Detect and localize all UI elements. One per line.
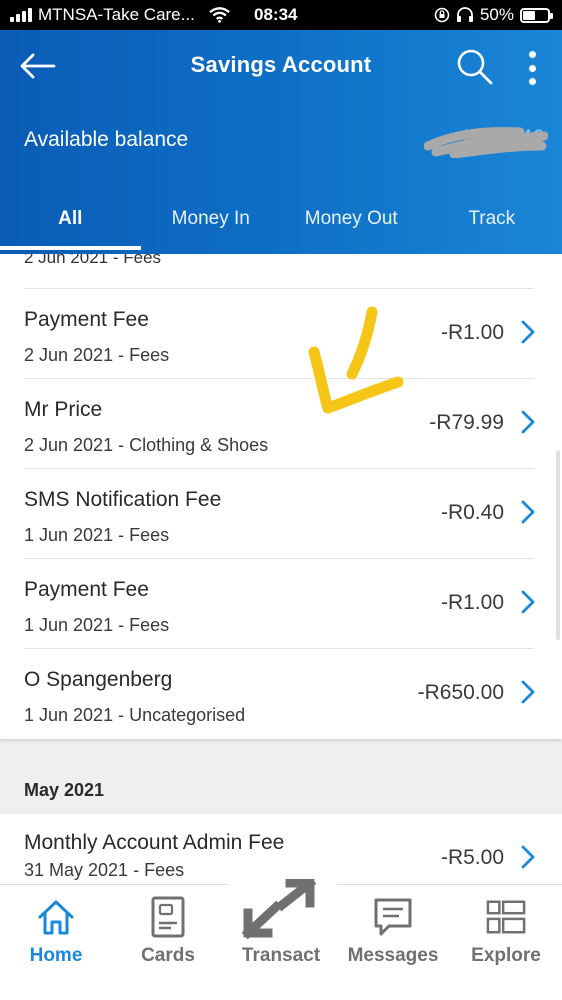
transaction-list[interactable]: 2 Jun 2021 - Fees Payment Fee 2 Jun 2021… [0,254,562,739]
rotation-lock-icon [434,7,450,23]
clock: 08:34 [254,5,298,24]
transact-arrows-icon [242,879,316,939]
scrollbar[interactable] [556,450,560,640]
chevron-right-icon [521,320,535,344]
transaction-amount: -R0.40 [440,501,504,524]
wifi-icon [209,7,230,23]
chevron-right-icon [521,845,535,869]
status-bar: MTNSA-Take Care... 08:34 50% [0,0,562,30]
battery-percent: 50% [479,5,514,24]
search-button[interactable] [454,46,496,88]
transaction-row[interactable]: Payment Fee 1 Jun 2021 - Fees -R1.00 [24,559,535,649]
transaction-amount: -R650.00 [417,681,504,704]
cell-signal-icon [10,8,32,22]
tab-money-out[interactable]: Money Out [281,196,422,254]
transaction-title: Payment Fee [24,578,149,601]
transaction-amount: -R5.00 [440,846,504,869]
message-icon [374,898,412,936]
tab-money-in[interactable]: Money In [141,196,282,254]
transaction-title: Mr Price [24,398,103,421]
grid-icon [486,900,526,934]
battery-icon [520,7,553,23]
transaction-row[interactable]: Monthly Account Admin Fee 31 May 2021 - … [24,814,535,886]
transaction-row[interactable]: SMS Notification Fee 1 Jun 2021 - Fees -… [24,469,535,559]
nav-messages[interactable]: Messages [337,885,449,985]
home-icon [38,900,74,935]
filter-tabs: All Money In Money Out Track [0,196,562,254]
nav-cards[interactable]: Cards [112,885,224,985]
transaction-subtitle: 2 Jun 2021 - Fees [24,345,170,365]
transaction-amount: -R1.00 [440,591,504,614]
tab-all[interactable]: All [0,196,141,254]
nav-label: Cards [141,945,195,966]
nav-label: Transact [241,945,321,966]
transaction-title: SMS Notification Fee [24,488,222,511]
transaction-title: Monthly Account Admin Fee [24,831,285,854]
transaction-amount: -R1.00 [440,321,504,344]
app-header: Savings Account Available balance R***6.… [0,30,562,254]
transaction-subtitle: 2 Jun 2021 - Fees [24,254,162,267]
balance-row: Available balance R***6.46 [0,102,562,168]
tab-track[interactable]: Track [422,196,562,254]
transaction-subtitle: 1 Jun 2021 - Fees [24,615,170,635]
transaction-title: Payment Fee [24,308,149,331]
transaction-subtitle: 2 Jun 2021 - Clothing & Shoes [24,435,269,455]
nav-label: Home [29,945,83,966]
transaction-amount: -R79.99 [429,411,504,434]
nav-transact[interactable]: Transact [225,879,337,985]
transaction-list-may[interactable]: Monthly Account Admin Fee 31 May 2021 - … [0,814,562,886]
headphones-icon [456,7,473,22]
chevron-right-icon [521,410,535,434]
transaction-row[interactable]: O Spangenberg 1 Jun 2021 - Uncategorised… [24,649,535,739]
card-icon [151,896,185,938]
balance-label: Available balance [24,128,189,151]
redaction-scribble [424,127,548,158]
nav-home[interactable]: Home [0,885,112,985]
transaction-row[interactable]: Mr Price 2 Jun 2021 - Clothing & Shoes -… [24,379,535,469]
more-vertical-icon [528,51,536,58]
chevron-right-icon [521,680,535,704]
section-label: May 2021 [24,780,105,800]
transaction-subtitle: 1 Jun 2021 - Uncategorised [24,705,246,725]
transaction-title: O Spangenberg [24,668,173,691]
transaction-row[interactable]: Payment Fee 2 Jun 2021 - Fees -R1.00 [24,289,535,379]
transaction-subtitle: 1 Jun 2021 - Fees [24,525,170,545]
search-icon [457,49,493,85]
carrier-name: MTNSA-Take Care... [38,5,195,24]
bottom-navigation: Home Cards Transact Messages Explore [0,877,562,1000]
transaction-subtitle: 31 May 2021 - Fees [24,860,185,880]
more-options-button[interactable] [518,48,546,88]
nav-label: Messages [347,945,439,966]
chevron-right-icon [521,500,535,524]
list-item[interactable]: 2 Jun 2021 - Fees [24,254,534,289]
nav-explore[interactable]: Explore [450,885,562,985]
month-section-header: May 2021 [0,764,562,814]
chevron-right-icon [521,590,535,614]
nav-label: Explore [471,945,541,966]
